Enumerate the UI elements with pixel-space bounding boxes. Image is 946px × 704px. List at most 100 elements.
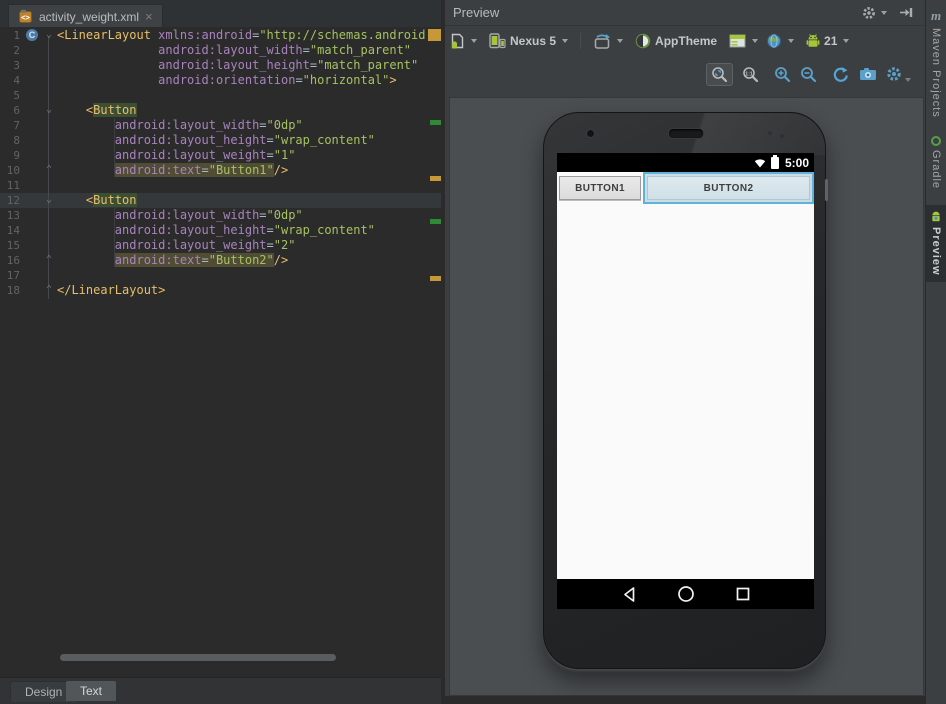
preview-config-toolbar: Nexus 5 AppTheme: [445, 26, 925, 56]
zoom-in-icon: [774, 66, 791, 83]
close-tab-icon[interactable]: ×: [145, 10, 153, 23]
refresh-button[interactable]: [832, 66, 850, 83]
sidebar-item-preview[interactable]: Preview: [926, 205, 946, 283]
code-line[interactable]: [57, 178, 441, 193]
line-number: 5: [0, 88, 20, 103]
code-line[interactable]: android:text="Button1"/>: [57, 163, 441, 178]
code-line[interactable]: <LinearLayout xmlns:android="http://sche…: [57, 28, 441, 43]
code-line[interactable]: [57, 268, 441, 283]
zoom-to-fit-button[interactable]: [706, 63, 733, 86]
code-line[interactable]: android:layout_height="wrap_content": [57, 223, 441, 238]
preview-options-button[interactable]: [862, 6, 887, 20]
gutter-row: 15: [0, 238, 56, 253]
device-selector[interactable]: Nexus 5: [489, 33, 568, 49]
editor-pane: <> activity_weight.xml × 1C⌄23456⌄78910⌃…: [0, 0, 441, 704]
stripe-mark-green: [430, 219, 441, 224]
gradle-label: Gradle: [930, 150, 942, 189]
line-number: 14: [0, 223, 20, 238]
zoom-out-button[interactable]: [800, 66, 817, 83]
code-line[interactable]: android:layout_width="match_parent": [57, 43, 441, 58]
preview-settings-button[interactable]: [886, 66, 911, 82]
hide-panel-button[interactable]: [899, 6, 913, 19]
code-line[interactable]: android:layout_weight="2": [57, 238, 441, 253]
hide-panel-icon: [899, 6, 913, 19]
class-badge-icon: C: [26, 29, 38, 41]
chevron-down-icon: [752, 39, 758, 43]
preview-button2[interactable]: BUTTON2: [647, 176, 810, 200]
code-line[interactable]: [57, 88, 441, 103]
preview-canvas[interactable]: 5:00 BUTTON1 BUTTON2: [449, 97, 924, 696]
screenshot-button[interactable]: [859, 67, 877, 81]
fold-down-icon[interactable]: ⌄: [44, 193, 54, 206]
editor-code[interactable]: <LinearLayout xmlns:android="http://sche…: [57, 28, 441, 298]
chevron-down-icon: [788, 39, 794, 43]
tool-window-bar: m Maven Projects Gradle Preview: [925, 0, 946, 704]
editor-tab-activity-weight[interactable]: <> activity_weight.xml ×: [8, 4, 163, 28]
layout-variant-icon: [729, 34, 746, 48]
line-number: 12: [0, 193, 20, 208]
fold-down-icon[interactable]: ⌄: [44, 28, 54, 41]
fold-up-icon[interactable]: ⌃: [44, 283, 54, 296]
button2-cell-selected[interactable]: BUTTON2: [643, 172, 814, 204]
fold-up-icon[interactable]: ⌃: [44, 253, 54, 266]
speaker-grille: [668, 128, 704, 139]
device-icon: [489, 33, 506, 49]
code-line[interactable]: android:layout_width="0dp": [57, 118, 441, 133]
sidebar-item-maven-projects[interactable]: m Maven Projects: [926, 8, 946, 118]
preview-button1[interactable]: BUTTON1: [559, 176, 641, 200]
device-label: Nexus 5: [510, 34, 556, 48]
layout-variant-selector[interactable]: [729, 34, 758, 48]
horizontal-scrollbar[interactable]: [60, 654, 336, 661]
sidebar-item-gradle[interactable]: Gradle: [926, 136, 946, 189]
api-level-selector[interactable]: 21: [806, 33, 849, 49]
theme-label: AppTheme: [655, 34, 717, 48]
xml-file-icon: <>: [18, 9, 33, 24]
fold-down-icon[interactable]: ⌄: [44, 103, 54, 116]
zoom-actual-icon: 1:1: [742, 66, 759, 83]
back-icon: [622, 586, 636, 603]
line-number: 7: [0, 118, 20, 133]
code-line[interactable]: <Button: [57, 103, 441, 118]
gutter-row: 7: [0, 118, 56, 133]
refresh-icon: [832, 66, 850, 83]
code-line[interactable]: <Button: [57, 193, 441, 208]
config-selector[interactable]: [449, 33, 477, 50]
gutter-row: 17: [0, 268, 56, 283]
code-line[interactable]: </LinearLayout>: [57, 283, 441, 298]
gutter-row: 8: [0, 133, 56, 148]
code-line[interactable]: android:layout_weight="1": [57, 148, 441, 163]
gradle-icon: [931, 136, 941, 146]
preview-header: Preview: [445, 0, 925, 26]
svg-text:1:1: 1:1: [745, 71, 753, 77]
button1-cell[interactable]: BUTTON1: [557, 172, 643, 204]
line-number: 15: [0, 238, 20, 253]
button2-label: BUTTON2: [704, 183, 754, 194]
chevron-down-icon: [471, 39, 477, 43]
code-line[interactable]: android:layout_height="match_parent": [57, 58, 441, 73]
fold-up-icon[interactable]: ⌃: [44, 163, 54, 176]
zoom-actual-button[interactable]: 1:1: [742, 66, 759, 83]
gear-icon: [862, 6, 876, 20]
line-number: 17: [0, 268, 20, 283]
tab-text[interactable]: Text: [66, 681, 116, 701]
code-line[interactable]: android:text="Button2"/>: [57, 253, 441, 268]
device-screen: 5:00 BUTTON1 BUTTON2: [557, 153, 814, 609]
tab-text-label: Text: [80, 684, 102, 698]
svg-text:<>: <>: [21, 13, 31, 22]
code-line[interactable]: android:orientation="horizontal">: [57, 73, 441, 88]
gutter-row: 5: [0, 88, 56, 103]
zoom-in-button[interactable]: [774, 66, 791, 83]
gutter-row: 10⌃: [0, 163, 56, 178]
status-time: 5:00: [785, 156, 809, 170]
code-line[interactable]: android:layout_height="wrap_content": [57, 133, 441, 148]
orientation-selector[interactable]: [593, 33, 623, 49]
theme-selector[interactable]: AppTheme: [635, 33, 717, 49]
zoom-to-fit-icon: [711, 66, 728, 83]
maven-label: Maven Projects: [930, 28, 942, 118]
locale-selector[interactable]: [766, 33, 794, 49]
code-line[interactable]: android:layout_width="0dp": [57, 208, 441, 223]
gutter-row: 1C⌄: [0, 28, 56, 43]
window-bottom-edge: [445, 696, 946, 704]
preview-tab-android-icon: [930, 210, 942, 223]
code-editor[interactable]: 1C⌄23456⌄78910⌃1112⌄13141516⌃1718⌃ <Line…: [0, 27, 441, 678]
